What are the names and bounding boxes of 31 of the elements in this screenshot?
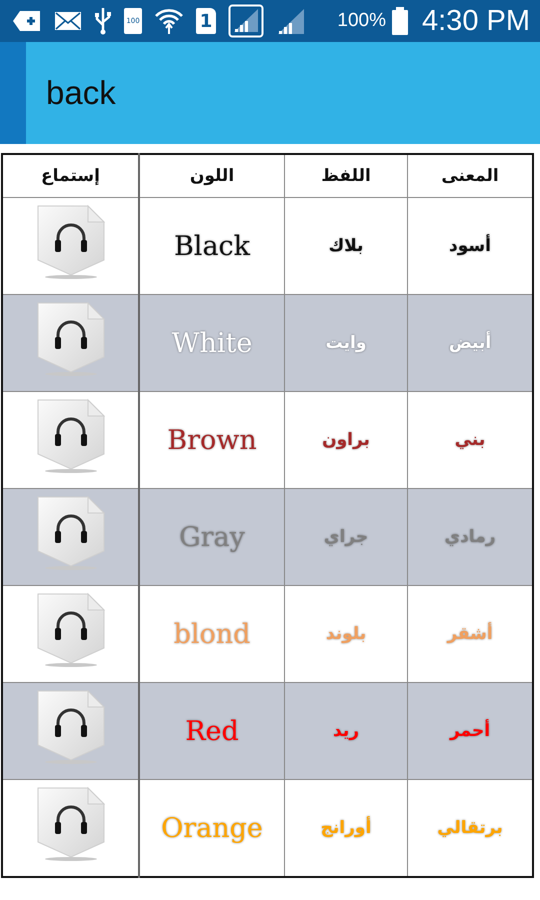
- headphones-audio-icon[interactable]: [36, 204, 106, 280]
- column-header: اللفظ: [284, 154, 408, 198]
- wifi-icon: [154, 7, 184, 35]
- battery-percent: 100%: [337, 10, 386, 32]
- usb-icon: [94, 7, 112, 35]
- pronunciation-cell: جراي: [284, 488, 408, 586]
- mail-icon: [54, 11, 82, 31]
- headphones-audio-icon[interactable]: [36, 398, 106, 474]
- headphones-audio-icon[interactable]: [36, 495, 106, 571]
- column-header: إستماع: [2, 154, 139, 198]
- notification-plus-icon: [12, 10, 42, 32]
- headphones-audio-icon[interactable]: [36, 689, 106, 765]
- color-name-cell: Gray: [139, 488, 284, 586]
- column-header: المعنى: [408, 154, 533, 198]
- column-header: اللون: [139, 154, 284, 198]
- meaning-cell: رمادي: [408, 488, 533, 586]
- headphones-audio-icon[interactable]: [36, 786, 106, 862]
- signal-icon: [228, 4, 264, 38]
- back-link[interactable]: back: [46, 74, 116, 112]
- pronunciation-cell: ريد: [284, 682, 408, 780]
- meaning-cell: أحمر: [408, 682, 533, 780]
- battery-icon: [392, 7, 408, 35]
- color-name-cell: Red: [139, 682, 284, 780]
- color-name-cell: White: [139, 294, 284, 392]
- meaning-cell: أبيض: [408, 294, 533, 392]
- headphones-audio-icon[interactable]: [36, 301, 106, 377]
- clock-time: 4:30 PM: [422, 4, 530, 38]
- signal-icon: [276, 7, 306, 35]
- sim-card-icon: 1: [196, 8, 216, 34]
- headphones-audio-icon[interactable]: [36, 592, 106, 668]
- pronunciation-cell: وايت: [284, 294, 408, 392]
